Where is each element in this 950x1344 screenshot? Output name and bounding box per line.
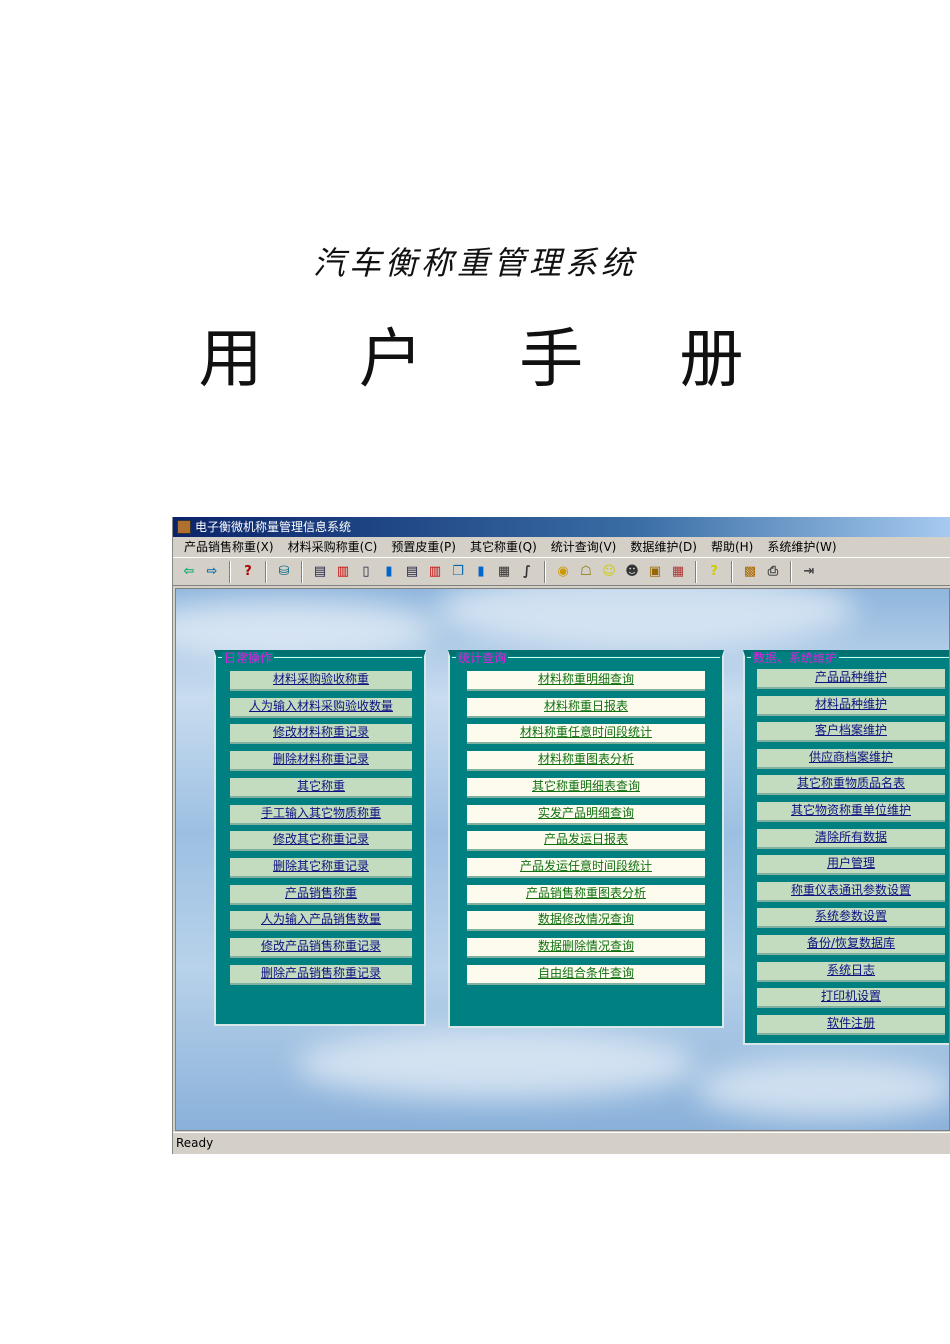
tree-icon[interactable]: ☖	[576, 563, 596, 581]
chart-table-icon[interactable]: ▥	[333, 563, 353, 581]
panel-link-button[interactable]: 产品品种维护	[757, 669, 945, 689]
panel-link-button[interactable]: 材料称重任意时间段统计	[467, 724, 705, 745]
app-icon	[177, 520, 191, 534]
panel-link-button[interactable]: 客户档案维护	[757, 722, 945, 743]
menu-item[interactable]: 其它称重(Q)	[463, 537, 544, 557]
panel-link-button[interactable]: 实发产品明细查询	[467, 804, 705, 825]
menu-item[interactable]: 系统维护(W)	[760, 537, 843, 557]
panel-link-button[interactable]: 打印机设置	[757, 988, 945, 1009]
smiley-icon[interactable]: ☺	[599, 563, 619, 581]
toolbar-separator	[229, 560, 231, 583]
panel-link-button[interactable]: 删除产品销售称重记录	[230, 964, 412, 985]
panel-link-button[interactable]: 删除材料称重记录	[230, 751, 412, 772]
coins-icon[interactable]: ◉	[553, 563, 573, 581]
box-icon[interactable]: ▣	[645, 563, 665, 581]
panel-link-button[interactable]: 材料称重图表分析	[467, 751, 705, 772]
panel-legend: 数据、系统维护	[751, 651, 840, 665]
login-icon[interactable]: ⇦	[179, 563, 199, 581]
menu-bar: 产品销售称重(X) 材料采购称重(C) 预置皮重(P) 其它称重(Q) 统计查询(V) 数…	[173, 537, 950, 558]
grid-icon[interactable]: ▦	[668, 563, 688, 581]
toolbar-separator	[301, 560, 303, 583]
toolbar-separator	[731, 560, 733, 583]
panel-link-button[interactable]: 供应商档案维护	[757, 748, 945, 769]
panel-link-button[interactable]: 称重仪表通讯参数设置	[757, 881, 945, 902]
panel-link-button[interactable]: 产品销售称重	[230, 884, 412, 905]
report2-icon[interactable]: ▤	[402, 563, 422, 581]
panel-link-button[interactable]: 系统参数设置	[757, 908, 945, 929]
panel-link-button[interactable]: 修改其它称重记录	[230, 831, 412, 852]
panel-link-button[interactable]: 软件注册	[757, 1014, 945, 1035]
app-window-screenshot: 电子衡微机称量管理信息系统 产品销售称重(X) 材料采购称重(C) 预置皮重(P) 其…	[172, 517, 950, 1154]
help-query-icon[interactable]: ?	[238, 563, 258, 581]
panel-link-button[interactable]: 产品发运任意时间段统计	[467, 857, 705, 878]
panel-link-button[interactable]: 产品发运日报表	[467, 831, 705, 852]
panel-link-button[interactable]: 其它称重物质品名表	[757, 775, 945, 796]
menu-item[interactable]: 产品销售称重(X)	[177, 537, 281, 557]
panel-link-button[interactable]: 自由组合条件查询	[467, 964, 705, 985]
title-bar: 电子衡微机称量管理信息系统	[173, 517, 950, 537]
panel-link-button[interactable]: 材料采购验收称重	[230, 671, 412, 691]
panel-link-button[interactable]: 材料称重日报表	[467, 697, 705, 718]
question-icon[interactable]: ?	[704, 563, 724, 581]
copy-icon[interactable]: ❐	[448, 563, 468, 581]
user-icon[interactable]: ☻	[622, 563, 642, 581]
menu-item[interactable]: 数据维护(D)	[623, 537, 704, 557]
logout-icon[interactable]: ⇨	[202, 563, 222, 581]
chart-table2-icon[interactable]: ▥	[425, 563, 445, 581]
menu-item[interactable]: 预置皮重(P)	[384, 537, 463, 557]
panel-link-button[interactable]: 人为输入产品销售数量	[230, 911, 412, 932]
exit-icon[interactable]: ⇥	[799, 563, 819, 581]
menu-item[interactable]: 帮助(H)	[704, 537, 760, 557]
main-client-area: 日常操作材料采购验收称重 人为输入材料采购验收数量 修改材料称重记录 删除材料称重记录…	[175, 588, 950, 1131]
panel-link-button[interactable]: 删除其它称重记录	[230, 857, 412, 878]
bar-chart-icon[interactable]: ▮	[379, 563, 399, 581]
print-icon[interactable]: ⎙	[763, 563, 783, 581]
panel-link-button[interactable]: 修改产品销售称重记录	[230, 938, 412, 958]
panel-statistics-query: 统计查询材料称重明细查询 材料称重日报表 材料称重任意时间段统计 材料称重图表分析 其它…	[448, 650, 724, 1028]
contacts-icon[interactable]: ▩	[740, 563, 760, 581]
panel-data-system-maintenance: 数据、系统维护产品品种维护 材料品种维护 客户档案维护 供应商档案维护 其它称重物质品名…	[743, 650, 949, 1045]
bar-chart2-icon[interactable]: ▮	[471, 563, 491, 581]
toolbar: ⇦ ⇨? ⛁ ▤ ▥ ▯ ▮ ▤ ▥ ❐ ▮ ▦ ∫ ◉ ☖ ☺ ☻ ▣ ▦? ▩ ⎙ ⇥	[173, 558, 950, 586]
document-title: 用 户 手 册	[198, 323, 782, 397]
panel-link-button[interactable]: 数据删除情况查询	[467, 938, 705, 958]
panel-legend: 日常操作	[222, 651, 275, 665]
panel-link-button[interactable]: 数据修改情况查询	[467, 911, 705, 932]
panel-link-button[interactable]: 其它物资称重单位维护	[757, 802, 945, 822]
toolbar-separator	[790, 560, 792, 583]
document-subtitle: 汽车衡称重管理系统	[312, 244, 637, 282]
calculator-icon[interactable]: ▦	[494, 563, 514, 581]
panel-link-button[interactable]: 材料品种维护	[757, 695, 945, 716]
panel-link-button[interactable]: 其它称重	[230, 777, 412, 798]
panel-link-button[interactable]: 系统日志	[757, 961, 945, 982]
toolbar-separator	[265, 560, 267, 583]
panel-link-button[interactable]: 人为输入材料采购验收数量	[230, 697, 412, 718]
panel-link-button[interactable]: 备份/恢复数据库	[757, 935, 945, 955]
columns-icon[interactable]: ▯	[356, 563, 376, 581]
panel-link-button[interactable]: 修改材料称重记录	[230, 724, 412, 745]
panel-link-button[interactable]: 产品销售称重图表分析	[467, 884, 705, 905]
panel-link-button[interactable]: 清除所有数据	[757, 828, 945, 849]
toolbar-separator	[695, 560, 697, 583]
panel-legend: 统计查询	[456, 651, 509, 665]
window-title: 电子衡微机称量管理信息系统	[195, 520, 352, 534]
menu-item[interactable]: 统计查询(V)	[544, 537, 624, 557]
panel-link-button[interactable]: 手工输入其它物质称重	[230, 804, 412, 825]
panel-daily-operations: 日常操作材料采购验收称重 人为输入材料采购验收数量 修改材料称重记录 删除材料称重记录…	[214, 650, 426, 1026]
panel-link-button[interactable]: 材料称重明细查询	[467, 671, 705, 691]
panel-link-button[interactable]: 其它称重明细表查询	[467, 777, 705, 798]
menu-item[interactable]: 材料采购称重(C)	[281, 537, 385, 557]
formula-icon[interactable]: ∫	[517, 563, 537, 581]
toolbar-separator	[544, 560, 546, 583]
panel-link-button[interactable]: 用户管理	[757, 855, 945, 876]
database-icon[interactable]: ⛁	[274, 563, 294, 581]
status-bar: Ready	[173, 1132, 950, 1152]
report-icon[interactable]: ▤	[310, 563, 330, 581]
